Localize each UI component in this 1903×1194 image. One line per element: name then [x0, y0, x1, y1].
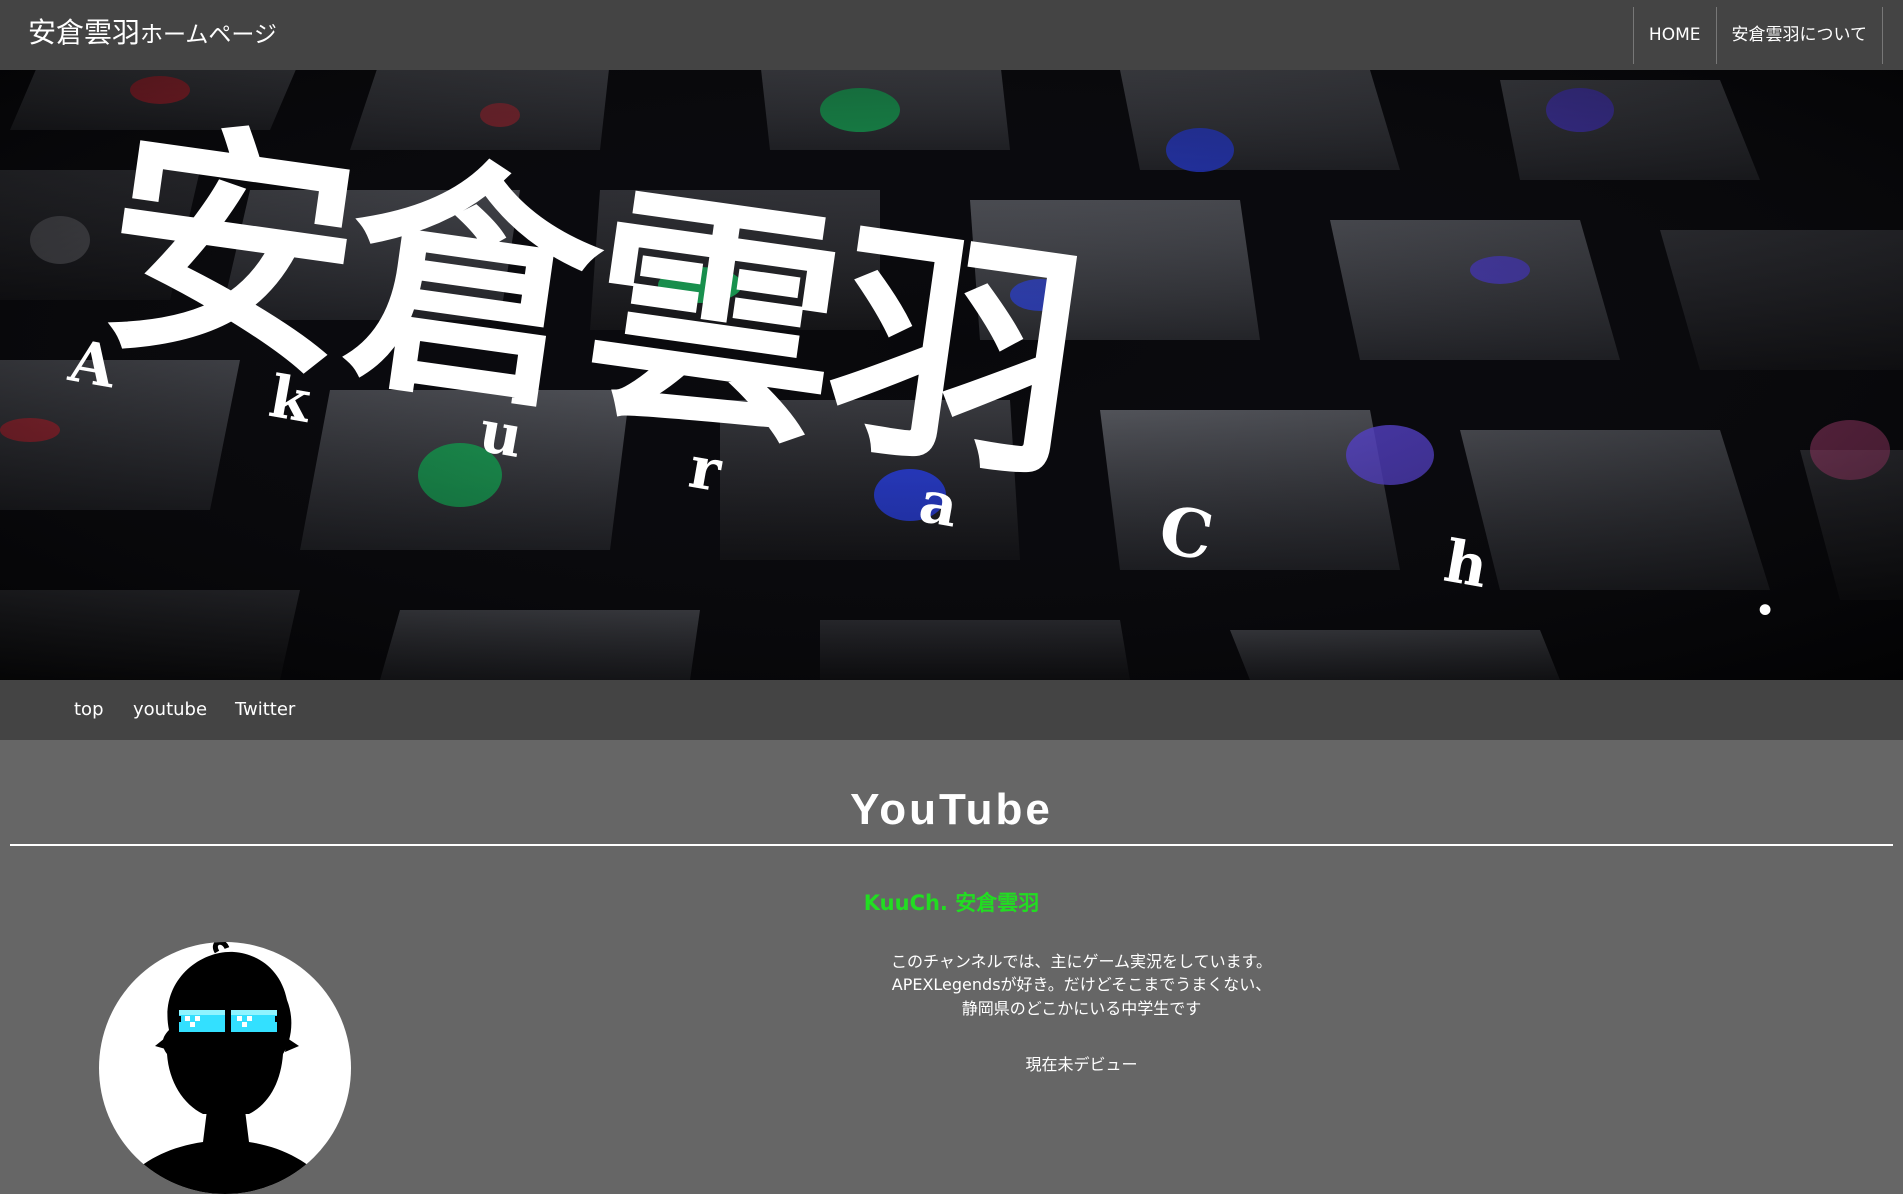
top-nav: HOME 安倉雲羽について — [1632, 7, 1883, 64]
subnav-twitter[interactable]: Twitter — [235, 680, 295, 740]
site-title-suffix: ホームページ — [140, 22, 277, 48]
avatar-silhouette-icon — [115, 942, 335, 1194]
hero-letter-dot: . — [1755, 560, 1776, 628]
section-heading-youtube: YouTube — [850, 785, 1053, 834]
site-title-main: 安倉雲羽 — [28, 16, 141, 49]
top-header: 安倉雲羽ホームページ HOME 安倉雲羽について — [0, 0, 1903, 70]
nav-home[interactable]: HOME — [1632, 7, 1716, 64]
hero-banner: 安倉雲羽 A k u r a C h . — [0, 70, 1903, 680]
channel-avatar[interactable] — [99, 942, 351, 1194]
site-title[interactable]: 安倉雲羽ホームページ — [28, 15, 277, 53]
sub-nav: top youtube Twitter — [0, 680, 1903, 740]
subnav-youtube[interactable]: youtube — [133, 680, 207, 740]
heading-divider — [10, 844, 1893, 846]
nav-about[interactable]: 安倉雲羽について — [1715, 7, 1883, 64]
subnav-top[interactable]: top — [74, 680, 104, 740]
channel-name-link[interactable]: KuuCh. 安倉雲羽 — [0, 888, 1903, 918]
